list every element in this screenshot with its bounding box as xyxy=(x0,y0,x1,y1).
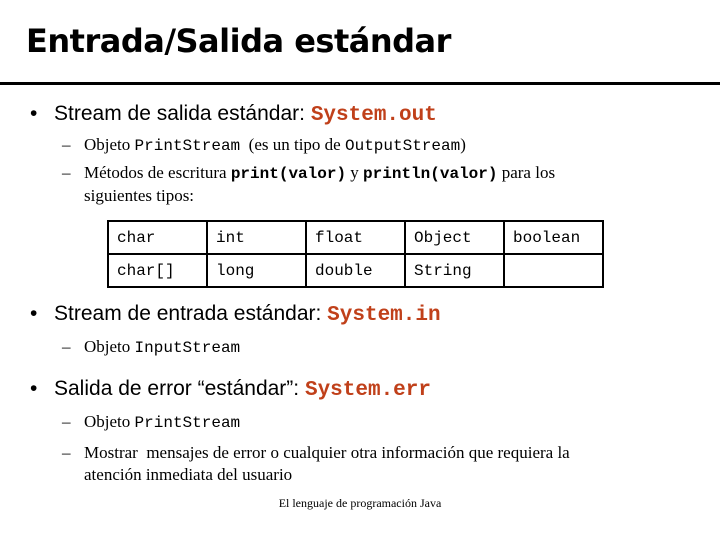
subitem-error-messages: – Mostrar mensajes de error o cualquier o… xyxy=(62,442,570,486)
table-cell: double xyxy=(305,253,406,288)
subitem-text: (es un tipo de xyxy=(240,135,345,154)
bullet-system-in: • Stream de entrada estándar: System.in xyxy=(30,302,441,327)
subitem-code: OutputStream xyxy=(344,137,461,155)
subitem-text: Objeto xyxy=(84,412,135,431)
subitem-continuation: atención inmediata del usuario xyxy=(84,465,293,484)
table-cell: int xyxy=(206,220,307,255)
subitem-code: InputStream xyxy=(134,339,241,357)
bullet-code: System.err xyxy=(304,379,431,402)
bullet-icon: • xyxy=(30,377,38,400)
subitem-write-methods: – Métodos de escritura print(valor) y pri… xyxy=(62,162,555,207)
bullet-text: Salida de error “estándar”: xyxy=(54,377,305,400)
bullet-text: Stream de salida estándar: xyxy=(54,102,311,125)
bullet-text: Stream de entrada estándar: xyxy=(54,302,328,325)
title-divider xyxy=(0,82,720,85)
table-cell: boolean xyxy=(503,220,604,255)
dash-icon: – xyxy=(62,135,71,154)
table-cell xyxy=(503,253,604,288)
dash-icon: – xyxy=(62,443,71,462)
slide-footer: El lenguaje de programación Java xyxy=(278,496,442,510)
subitem-printstream: – Objeto PrintStream (es un tipo de Outpu… xyxy=(62,134,466,157)
subitem-inputstream: – Objeto InputStream xyxy=(62,336,240,359)
table-cell: float xyxy=(305,220,406,255)
subitem-text: Objeto xyxy=(84,135,135,154)
dash-icon: – xyxy=(62,163,71,182)
subitem-text: Mostrar mensajes de error o cualquier ot… xyxy=(84,443,570,462)
subitem-printstream-err: – Objeto PrintStream xyxy=(62,411,240,434)
subitem-code: print(valor) xyxy=(230,165,347,183)
bullet-code: System.out xyxy=(310,104,437,127)
subitem-code: PrintStream xyxy=(134,137,241,155)
table-cell: char xyxy=(107,220,208,255)
subitem-code: println(valor) xyxy=(363,165,498,183)
subitem-text: Objeto xyxy=(84,337,135,356)
subitem-code: PrintStream xyxy=(134,414,241,432)
dash-icon: – xyxy=(62,412,71,431)
slide-title: Entrada/Salida estándar xyxy=(26,22,451,60)
subitem-text: Métodos de escritura xyxy=(84,163,231,182)
bullet-system-err: • Salida de error “estándar”: System.err xyxy=(30,377,431,402)
bullet-system-out: • Stream de salida estándar: System.out xyxy=(30,102,437,127)
table-cell: char[] xyxy=(107,253,208,288)
table-row: char[] long double String xyxy=(107,253,604,288)
dash-icon: – xyxy=(62,337,71,356)
bullet-icon: • xyxy=(30,102,38,125)
subitem-text: y xyxy=(346,163,364,182)
table-row: char int float Object boolean xyxy=(107,220,604,255)
subitem-continuation: siguientes tipos: xyxy=(84,186,195,205)
table-cell: String xyxy=(404,253,505,288)
table-cell: Object xyxy=(404,220,505,255)
subitem-text: ) xyxy=(460,135,466,154)
bullet-icon: • xyxy=(30,302,38,325)
types-table: char int float Object boolean char[] lon… xyxy=(107,220,604,288)
bullet-code: System.in xyxy=(327,304,441,327)
subitem-text: para los xyxy=(497,163,556,182)
table-cell: long xyxy=(206,253,307,288)
